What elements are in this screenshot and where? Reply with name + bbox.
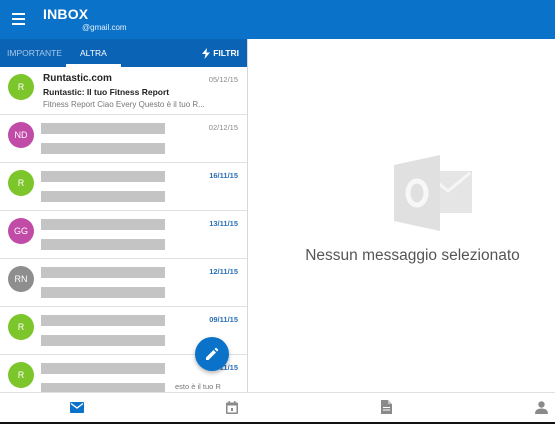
redacted-sender [41, 171, 165, 182]
avatar: R [8, 170, 34, 196]
message-date: 13/11/15 [209, 219, 238, 228]
inbox-tabs: IMPORTANTE ALTRA FILTRI [0, 39, 247, 67]
folder-title: INBOX [43, 6, 89, 22]
avatar: GG [8, 218, 34, 244]
message-date: 05/12/15 [208, 75, 238, 84]
redacted-subject [41, 383, 165, 392]
filter-button[interactable]: FILTRI [202, 39, 239, 67]
app-bar: INBOX @gmail.com [0, 0, 555, 39]
message-subject: Runtastic: Il tuo Fitness Report [43, 87, 170, 97]
files-icon[interactable] [381, 400, 392, 414]
account-email: @gmail.com [82, 23, 127, 32]
message-preview: esto è il tuo R [175, 382, 221, 391]
message-preview: Fitness Report Ciao Every Questo è il tu… [43, 100, 205, 109]
empty-state-message: Nessun messaggio selezionato [305, 247, 520, 264]
message-date: 09/11/15 [209, 315, 238, 324]
message-row[interactable]: ND 02/12/15 [0, 115, 247, 163]
message-date: 12/11/15 [209, 267, 238, 276]
outlook-logo-icon [394, 155, 472, 231]
redacted-sender [41, 219, 165, 230]
message-date: 02/12/15 [208, 123, 238, 132]
lightning-icon [202, 48, 211, 60]
redacted-subject [41, 335, 165, 346]
message-row[interactable]: GG 13/11/15 [0, 211, 247, 259]
avatar: R [8, 362, 34, 388]
message-row[interactable]: R Runtastic.com Runtastic: Il tuo Fitnes… [0, 67, 247, 115]
message-row[interactable]: R 16/11/15 [0, 163, 247, 211]
bottom-navigation [0, 392, 555, 422]
redacted-sender [41, 267, 165, 278]
mail-icon[interactable] [70, 402, 84, 413]
redacted-subject [41, 143, 165, 154]
tab-importante[interactable]: IMPORTANTE [7, 39, 62, 67]
redacted-subject [41, 239, 165, 250]
pencil-icon [206, 347, 219, 360]
redacted-sender [41, 315, 165, 326]
redacted-sender [41, 363, 165, 374]
avatar: R [8, 74, 34, 100]
message-sender: Runtastic.com [43, 73, 112, 84]
people-icon[interactable] [535, 401, 548, 414]
message-date: 16/11/15 [209, 171, 238, 180]
tab-altra[interactable]: ALTRA [80, 39, 107, 67]
calendar-icon[interactable] [226, 401, 238, 414]
compose-button[interactable] [195, 337, 229, 371]
avatar: R [8, 314, 34, 340]
reading-pane: Nessun messaggio selezionato [248, 39, 555, 392]
redacted-subject [41, 287, 165, 298]
avatar: ND [8, 122, 34, 148]
avatar: RN [8, 266, 34, 292]
redacted-sender [41, 123, 165, 134]
redacted-subject [41, 191, 165, 202]
filter-label: FILTRI [213, 48, 239, 58]
message-row[interactable]: RN 12/11/15 [0, 259, 247, 307]
menu-icon[interactable] [12, 13, 25, 25]
